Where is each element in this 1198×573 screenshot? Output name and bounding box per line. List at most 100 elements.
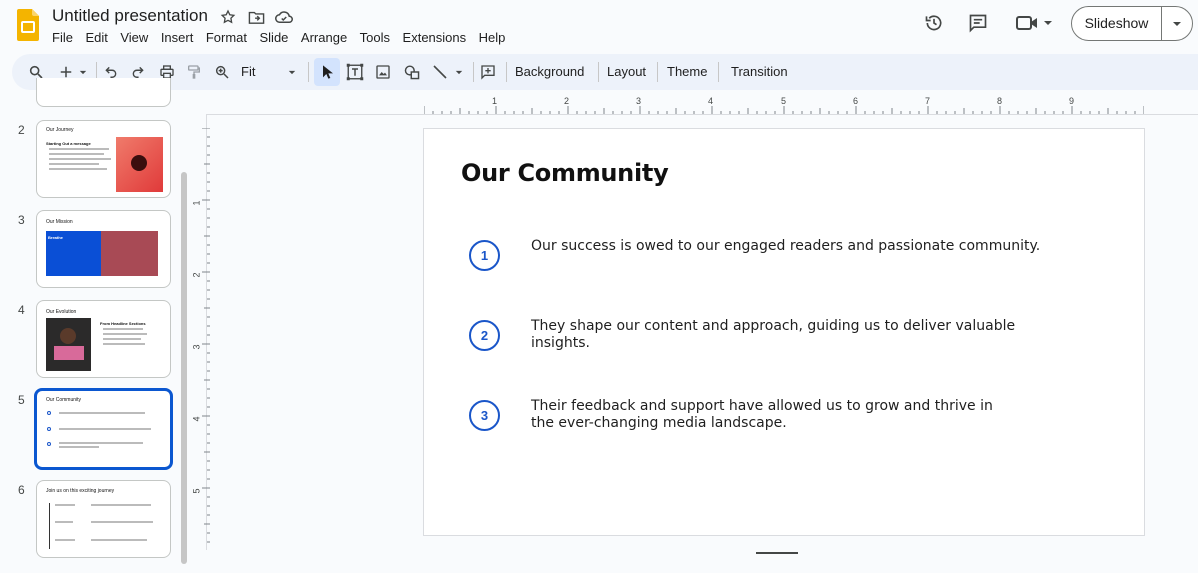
cloud-saved-icon[interactable]: [274, 7, 294, 27]
ruler-label: 1: [191, 200, 202, 206]
transition-button[interactable]: Transition: [731, 64, 788, 79]
slideshow-dropdown-icon[interactable]: [1162, 21, 1192, 27]
ruler-label: 2: [564, 96, 570, 106]
slides-logo[interactable]: [17, 9, 39, 41]
thumb-text-line: [55, 504, 75, 506]
ruler-label: 4: [191, 416, 202, 422]
toolbar-divider: [506, 62, 507, 82]
slideshow-button[interactable]: Slideshow: [1071, 6, 1193, 41]
background-button[interactable]: Background: [515, 64, 584, 79]
move-to-folder-icon[interactable]: [246, 7, 266, 27]
slide-thumbnail-3[interactable]: Our Mission Breathe: [36, 210, 171, 288]
slide-thumbnail-6[interactable]: Join us on this exciting journey: [36, 480, 171, 558]
thumb-text-line: [59, 428, 151, 430]
thumb-text-line: [49, 158, 111, 160]
menu-arrange[interactable]: Arrange: [301, 29, 347, 46]
slide-thumbnail-4[interactable]: Our Evolution From Headline Sections: [36, 300, 171, 378]
menu-format[interactable]: Format: [206, 29, 247, 46]
version-history-icon[interactable]: [922, 11, 946, 35]
ruler-label: 1: [492, 96, 498, 106]
menu-insert[interactable]: Insert: [161, 29, 194, 46]
community-point-2[interactable]: They shape our content and approach, gui…: [531, 318, 1051, 352]
ruler-label: 5: [191, 488, 202, 494]
toolbar-divider: [473, 62, 474, 82]
thumb-subtitle: Starting Out a message: [46, 141, 91, 146]
thumb-title: Join us on this exciting journey: [46, 488, 115, 494]
thumb-text-line: [103, 328, 143, 330]
thumb-title: Our Mission: [46, 219, 73, 225]
theme-button[interactable]: Theme: [667, 64, 707, 79]
thumb-subtitle: From Headline Sections: [100, 321, 146, 326]
slide-thumbnail-2[interactable]: Our Journey Starting Out a message: [36, 120, 171, 198]
slide-number: 4: [18, 303, 25, 317]
number-circle-2[interactable]: 2: [469, 320, 500, 351]
thumb-text-line: [103, 343, 145, 345]
menu-slide[interactable]: Slide: [260, 29, 289, 46]
menu-bar: File Edit View Insert Format Slide Arran…: [52, 29, 518, 46]
thumb-title: Our Journey: [46, 127, 74, 133]
thumb-text-line: [91, 539, 147, 541]
ruler-label: 7: [925, 96, 931, 106]
thumb-text-line: [103, 333, 147, 335]
ruler-label: 5: [781, 96, 787, 106]
slide-number: 6: [18, 483, 25, 497]
community-point-3[interactable]: Their feedback and support have allowed …: [531, 398, 1011, 432]
slide-title[interactable]: Our Community: [461, 159, 669, 187]
thumb-text-line: [59, 442, 143, 444]
menu-help[interactable]: Help: [479, 29, 506, 46]
thumb-block-text: Breathe: [48, 235, 63, 240]
menu-edit[interactable]: Edit: [85, 29, 107, 46]
thumb-title: Our Evolution: [46, 309, 77, 315]
menu-file[interactable]: File: [52, 29, 73, 46]
thumb-text-line: [103, 338, 141, 340]
ruler-label: 8: [997, 96, 1003, 106]
add-comment-icon[interactable]: [478, 62, 498, 82]
toolbar-divider: [718, 62, 719, 82]
slide-number: 3: [18, 213, 25, 227]
slide-number: 5: [18, 393, 25, 407]
line-dropdown-icon[interactable]: [452, 62, 466, 82]
comments-icon[interactable]: [966, 11, 990, 35]
line-icon[interactable]: [430, 62, 450, 82]
horizontal-ruler: 1 2 3 4 5 6 7 8 9: [423, 96, 1145, 114]
thumb-red-block: [101, 231, 158, 276]
shape-icon[interactable]: [402, 62, 422, 82]
number-circle-1[interactable]: 1: [469, 240, 500, 271]
thumb-number-circle: [47, 442, 51, 446]
star-icon[interactable]: [218, 7, 238, 27]
thumb-number-circle: [47, 411, 51, 415]
vertical-ruler: 1 2 3 4 5: [191, 127, 210, 548]
thumb-text-line: [59, 446, 99, 448]
menu-tools[interactable]: Tools: [360, 29, 390, 46]
document-title[interactable]: Untitled presentation: [52, 6, 208, 26]
zoom-dropdown-icon[interactable]: [285, 62, 299, 82]
thumb-photo: [46, 318, 91, 371]
ruler-label: 6: [853, 96, 859, 106]
slide-canvas[interactable]: Our Community 1 Our success is owed to o…: [423, 128, 1145, 536]
thumb-text-line: [59, 412, 145, 414]
menu-view[interactable]: View: [120, 29, 148, 46]
text-box-icon[interactable]: [345, 62, 365, 82]
insert-image-icon[interactable]: [373, 62, 393, 82]
community-point-1[interactable]: Our success is owed to our engaged reade…: [531, 238, 1051, 255]
layout-button[interactable]: Layout: [607, 64, 646, 79]
zoom-select[interactable]: Fit: [241, 64, 255, 79]
slide-thumbnail-1[interactable]: [36, 78, 171, 107]
filmstrip-scrollbar[interactable]: [181, 172, 187, 564]
select-pointer-icon[interactable]: [317, 62, 337, 82]
meet-video-icon[interactable]: [1014, 11, 1054, 35]
toolbar-divider: [657, 62, 658, 82]
thumb-text-line: [49, 153, 104, 155]
zoom-icon[interactable]: [212, 62, 232, 82]
thumb-timeline: [49, 503, 50, 549]
thumb-text-line: [55, 521, 73, 523]
number-circle-3[interactable]: 3: [469, 400, 500, 431]
speaker-notes-handle[interactable]: [756, 552, 798, 554]
thumb-text-line: [49, 168, 107, 170]
slideshow-label[interactable]: Slideshow: [1072, 7, 1162, 40]
thumb-number-circle: [47, 427, 51, 431]
slide-thumbnail-5-selected[interactable]: Our Community: [34, 388, 173, 470]
toolbar-divider: [308, 62, 309, 82]
menu-extensions[interactable]: Extensions: [403, 29, 467, 46]
paint-format-icon[interactable]: [184, 62, 204, 82]
